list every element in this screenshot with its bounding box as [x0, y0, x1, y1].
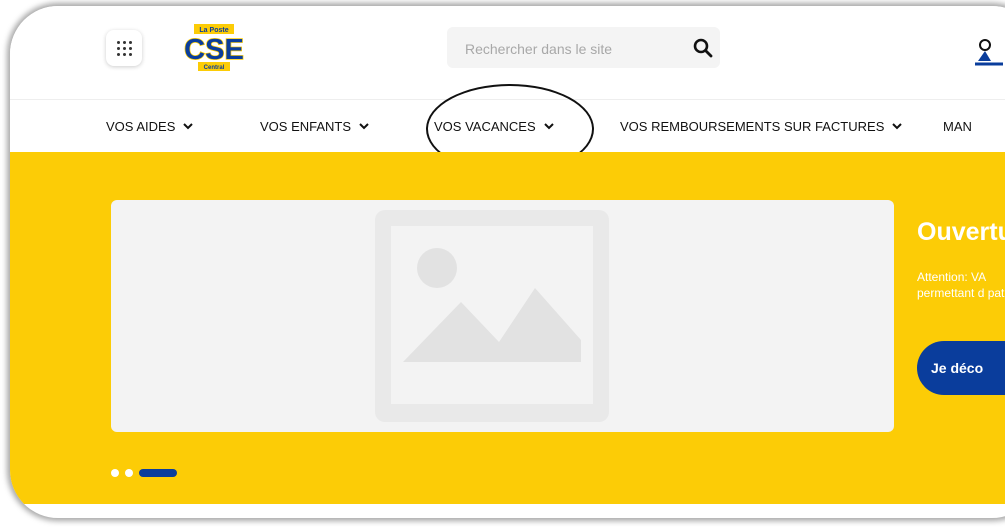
- carousel-slide[interactable]: [111, 200, 894, 432]
- pager-dot-active[interactable]: [139, 469, 177, 477]
- promo-button[interactable]: Je déco: [917, 341, 1005, 395]
- apps-menu-button[interactable]: [106, 30, 142, 66]
- browser-frame: La Poste CSE Central VOS AIDES VOS ENFAN…: [10, 6, 1005, 518]
- image-placeholder-icon: [375, 210, 609, 422]
- nav-item-label: VOS ENFANTS: [260, 119, 352, 134]
- promo-text: Attention: VA permettant d patient...: [917, 270, 1005, 300]
- nav-item-vos-aides[interactable]: VOS AIDES: [106, 100, 194, 153]
- nav-item-label: VOS AIDES: [106, 119, 176, 134]
- search-icon[interactable]: [693, 38, 713, 58]
- grid-dots-icon: [116, 40, 132, 56]
- nav-item-vos-enfants[interactable]: VOS ENFANTS: [260, 100, 369, 153]
- logo-main-text: CSE: [184, 34, 244, 66]
- carousel-pager: [111, 469, 177, 477]
- nav-item-man[interactable]: MAN: [943, 100, 972, 153]
- main-nav: VOS AIDES VOS ENFANTS VOS VACANCES VOS R…: [10, 99, 1005, 153]
- pager-dot[interactable]: [125, 469, 133, 477]
- hero-banner: Ouvertu Attention: VA permettant d patie…: [10, 152, 1005, 504]
- promo-title: Ouvertu: [917, 218, 1005, 246]
- nav-item-vos-vacances[interactable]: VOS VACANCES: [434, 100, 554, 153]
- cse-logo[interactable]: La Poste CSE Central: [180, 24, 248, 72]
- chevron-down-icon: [892, 123, 903, 130]
- nav-item-label: VOS REMBOURSEMENTS SUR FACTURES: [620, 119, 885, 134]
- logo-top-text: La Poste: [199, 27, 228, 34]
- pager-dot[interactable]: [111, 469, 119, 477]
- chevron-down-icon: [359, 123, 369, 130]
- nav-item-label: MAN: [943, 119, 972, 134]
- search-input[interactable]: [463, 27, 667, 70]
- logo-bottom-text: Central: [204, 65, 225, 71]
- user-icon[interactable]: [975, 37, 1003, 67]
- site-header: La Poste CSE Central: [10, 6, 1005, 99]
- nav-item-vos-remboursements[interactable]: VOS REMBOURSEMENTS SUR FACTURES: [620, 100, 903, 153]
- search-bar: [447, 27, 720, 70]
- chevron-down-icon: [543, 123, 554, 130]
- nav-item-label: VOS VACANCES: [434, 119, 536, 134]
- chevron-down-icon: [183, 123, 194, 130]
